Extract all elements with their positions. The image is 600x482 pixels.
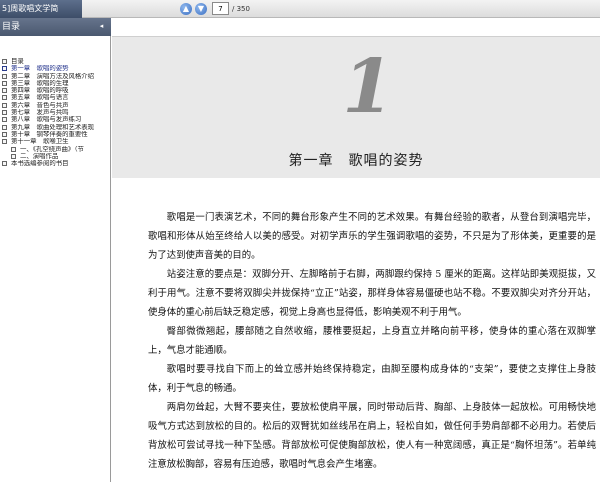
bookmark-icon <box>2 139 7 145</box>
bookmark-icon <box>2 131 7 137</box>
toc-item-label: 第十一章 歌喉卫生 <box>11 138 69 146</box>
toc-tree: 目录 第一章 歌唱的姿势 第二章 演唱方法及风格介绍 第三章 歌唱的生理 第四章… <box>0 58 111 167</box>
toc-item[interactable]: 第三章 歌唱的生理 <box>0 80 111 87</box>
toolbar: 5]周歌唱文学简 ▲ ▼ / 350 <box>0 0 600 18</box>
paragraph: 两肩勿耸起，大臂不要夹住，要放松使肩平展，同时带动后背、胸部、上身肢体一起放松。… <box>148 402 596 470</box>
bookmark-icon <box>11 146 16 152</box>
bookmark-icon <box>2 95 7 101</box>
bookmark-icon <box>2 110 7 116</box>
toc-item[interactable]: 第十一章 歌喉卫生 <box>0 138 111 145</box>
toc-item-label: 第一章 歌唱的姿势 <box>11 65 69 73</box>
toc-item[interactable]: 目录 <box>0 58 111 65</box>
arrow-up-icon[interactable]: ▲ <box>180 3 192 15</box>
body-text: 歌唱是一门表演艺术，不同的舞台形象产生不同的艺术效果。有舞台经验的歌者，从登台到… <box>148 208 596 474</box>
toc-item-label: 第四章 歌唱的呼吸 <box>11 87 69 95</box>
toc-item-label: 第七章 发声与共鸣 <box>11 109 69 117</box>
toc-item-label: 二、演唱作品 <box>20 152 59 160</box>
toc-item[interactable]: 第八章 歌唱与发声练习 <box>0 116 111 123</box>
bookmark-icon <box>2 102 7 108</box>
toc-item-label: 一、《孔空绕声曲》（节 <box>20 145 84 153</box>
bookmark-icon <box>2 80 7 86</box>
toc-item[interactable]: 第七章 发声与共鸣 <box>0 109 111 116</box>
toc-subitem[interactable]: 一、《孔空绕声曲》（节 <box>0 146 111 153</box>
paragraph: 站姿注意的要点是：双脚分开、左脚略前于右脚，两脚跟约保持 5 厘米的距离。这样站… <box>148 269 596 318</box>
toc-item[interactable]: 第二章 演唱方法及风格介绍 <box>0 73 111 80</box>
toc-item[interactable]: 第六章 音色与共声 <box>0 102 111 109</box>
toc-item[interactable]: 第十章 钢琴伴奏的重要性 <box>0 131 111 138</box>
bookmark-icon <box>2 73 7 79</box>
chapter-title: 第一章 歌唱的姿势 <box>288 153 424 169</box>
bookmark-icon <box>2 66 7 72</box>
toc-item-label: 第八章 歌唱与发声练习 <box>11 116 82 124</box>
toc-item[interactable]: 第四章 歌唱的呼吸 <box>0 87 111 94</box>
toc-item-selected[interactable]: 第一章 歌唱的姿势 <box>0 65 111 72</box>
toc-item[interactable]: 第九章 歌曲处理和艺术表现 <box>0 124 111 131</box>
document-page: 1 第一章 歌唱的姿势 歌唱是一门表演艺术，不同的舞台形象产生不同的艺术效果。有… <box>112 18 600 482</box>
paragraph: 歌唱是一门表演艺术，不同的舞台形象产生不同的艺术效果。有舞台经验的歌者，从登台到… <box>148 212 596 261</box>
collapse-arrow-icon[interactable]: ◂ <box>97 22 106 31</box>
chapter-number: 1 <box>342 44 394 130</box>
toc-item-label: 第六章 音色与共声 <box>11 101 69 109</box>
paragraph: 歌唱时要寻找自下而上的耸立感并始终保持稳定，由脚至腰构成身体的“支架”，要使之支… <box>148 364 596 394</box>
sidebar-header: 目录 <box>0 18 111 36</box>
bookmark-icon <box>2 88 7 94</box>
reader-app: 5]周歌唱文学简 ▲ ▼ / 350 目录 ◂ 目录 第一章 歌唱的姿势 第二章… <box>0 0 600 482</box>
toc-item-label: 第三章 歌唱的生理 <box>11 79 69 87</box>
bookmark-icon <box>2 124 7 130</box>
toc-item[interactable]: 第五章 歌唱与语言 <box>0 94 111 101</box>
bookmark-icon <box>2 161 7 167</box>
toc-item-label: 第十章 钢琴伴奏的重要性 <box>11 130 88 138</box>
toc-item-label: 第九章 歌曲处理和艺术表现 <box>11 123 95 131</box>
page-number-input[interactable] <box>212 2 229 15</box>
toc-subitem[interactable]: 二、演唱作品 <box>0 153 111 160</box>
chapter-header: 1 第一章 歌唱的姿势 <box>112 36 600 178</box>
toc-item[interactable]: 本书选编参阅的书目 <box>0 160 111 167</box>
paragraph: 臀部微微翘起，腰部随之自然收缩，腰椎要挺起，上身直立并略向前平移，使身体的重心落… <box>148 326 596 356</box>
toc-item-label: 本书选编参阅的书目 <box>11 160 69 168</box>
bookmark-icon <box>2 117 7 123</box>
toc-item-label: 目录 <box>11 58 24 65</box>
arrow-down-icon[interactable]: ▼ <box>195 3 207 15</box>
page-total: / 350 <box>232 5 250 13</box>
toc-item-label: 第二章 演唱方法及风格介绍 <box>11 72 95 80</box>
document-tab[interactable]: 5]周歌唱文学简 <box>0 0 82 18</box>
toc-item-label: 第五章 歌唱与语言 <box>11 94 69 102</box>
bookmark-icon <box>11 153 16 159</box>
bookmark-icon <box>2 59 7 64</box>
